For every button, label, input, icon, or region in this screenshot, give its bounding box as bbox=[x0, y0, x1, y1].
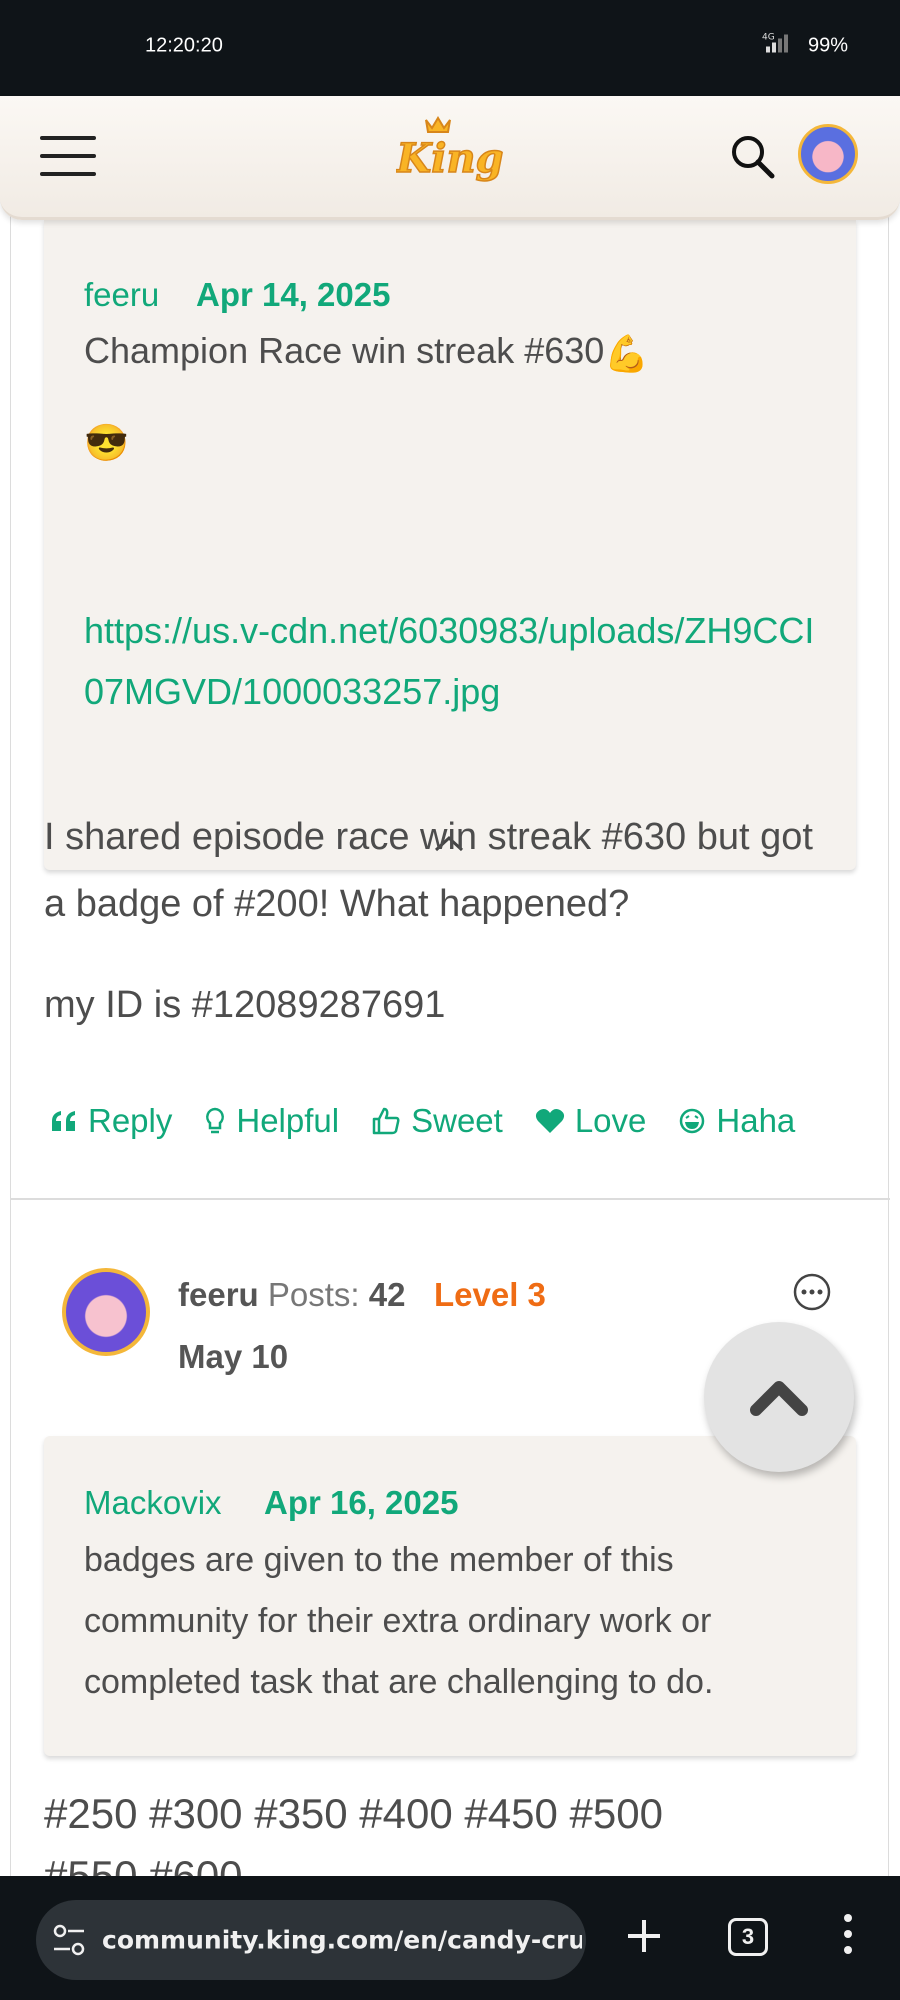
page-content[interactable]: feeru Apr 14, 2025 Champion Race win str… bbox=[0, 96, 900, 1876]
card-border-left-2 bbox=[10, 1200, 11, 1876]
avatar[interactable] bbox=[62, 1268, 150, 1356]
site-settings-icon[interactable] bbox=[52, 1922, 86, 1958]
svg-text:4G: 4G bbox=[762, 33, 775, 43]
url-bar[interactable]: community.king.com/en/candy-crush- bbox=[36, 1900, 586, 1980]
image-link[interactable]: https://us.v-cdn.net/6030983/uploads/ZH9… bbox=[84, 600, 824, 722]
quote-text: badges are given to the member of this c… bbox=[84, 1541, 714, 1701]
haha-label: Haha bbox=[716, 1102, 796, 1139]
quote-author-link[interactable]: feeru bbox=[84, 276, 159, 314]
love-button[interactable]: Love bbox=[535, 1102, 647, 1140]
quote-text: Champion Race win streak #630💪 bbox=[84, 320, 649, 384]
love-label: Love bbox=[574, 1102, 647, 1139]
helpful-label: Helpful bbox=[236, 1102, 340, 1139]
reply-button[interactable]: Reply bbox=[50, 1102, 172, 1140]
network-signal-icon: 4G bbox=[760, 31, 794, 58]
scroll-to-top-button[interactable] bbox=[704, 1322, 854, 1472]
hamburger-icon bbox=[40, 136, 96, 140]
quote-icon bbox=[52, 1111, 75, 1131]
helpful-button[interactable]: Helpful bbox=[204, 1102, 339, 1140]
laughing-face-icon bbox=[680, 1108, 705, 1134]
menu-button[interactable] bbox=[40, 136, 96, 176]
sweet-button[interactable]: Sweet bbox=[371, 1102, 503, 1140]
quote-date[interactable]: Apr 14, 2025 bbox=[196, 276, 390, 314]
search-icon bbox=[732, 136, 775, 179]
quote-text-body: Champion Race win streak #630 bbox=[84, 330, 605, 371]
user-avatar[interactable] bbox=[798, 124, 858, 184]
haha-button[interactable]: Haha bbox=[678, 1102, 795, 1140]
url-text: community.king.com/en/candy-crush- bbox=[102, 1925, 582, 1955]
status-bar: 12:20:20 4G 99% bbox=[0, 0, 900, 96]
post-date[interactable]: May 10 bbox=[178, 1338, 288, 1376]
post-meta: feeru Posts: 42 bbox=[178, 1276, 405, 1314]
browser-toolbar: community.king.com/en/candy-crush- 3 bbox=[0, 1876, 900, 2000]
reply-label: Reply bbox=[88, 1102, 173, 1139]
king-logo[interactable]: King bbox=[395, 114, 504, 194]
comment-paragraph-id: my ID is #12089287691 bbox=[44, 984, 446, 1026]
chevron-up-icon bbox=[750, 1381, 808, 1416]
more-vertical-icon bbox=[844, 1914, 852, 1922]
username-link[interactable]: feeru bbox=[178, 1276, 259, 1313]
comment-paragraph: I shared episode race win streak #630 bu… bbox=[44, 816, 813, 925]
quote-author-link[interactable]: Mackovix bbox=[84, 1484, 222, 1522]
post-options-button[interactable] bbox=[792, 1272, 832, 1312]
battery-level: 99% bbox=[808, 34, 849, 57]
hashtag-line: #250 #300 #350 #400 #450 #500 bbox=[44, 1790, 663, 1837]
quote-date[interactable]: Apr 16, 2025 bbox=[264, 1484, 458, 1522]
rank-badge[interactable]: Level 3 bbox=[434, 1276, 546, 1314]
thumbs-up-icon bbox=[372, 1107, 400, 1135]
quoted-post: Mackovix Apr 16, 2025 badges are given t… bbox=[44, 1436, 856, 1756]
tab-switcher-button[interactable]: 3 bbox=[728, 1918, 768, 1956]
menu-dot bbox=[844, 1930, 852, 1938]
site-header: King bbox=[0, 96, 900, 220]
card-border-right bbox=[888, 96, 889, 1200]
more-options-icon bbox=[793, 1273, 831, 1311]
flexed-biceps-emoji: 💪 bbox=[604, 332, 650, 374]
quoted-post: feeru Apr 14, 2025 Champion Race win str… bbox=[44, 220, 856, 870]
hamburger-line bbox=[40, 154, 96, 158]
card-border-right-2 bbox=[888, 1200, 889, 1876]
sweet-label: Sweet bbox=[411, 1102, 503, 1139]
sunglasses-emoji: 😎 bbox=[84, 422, 129, 463]
hashtag-line-2: #550 #600 bbox=[44, 1852, 243, 1876]
card-border-left bbox=[10, 96, 11, 1200]
svg-text:King: King bbox=[396, 135, 504, 182]
menu-dot bbox=[844, 1946, 852, 1954]
heart-icon bbox=[535, 1109, 564, 1133]
reaction-bar: Reply Helpful Sweet Love Haha bbox=[50, 1096, 827, 1146]
post-divider bbox=[10, 1198, 890, 1200]
plus-icon bbox=[628, 1920, 660, 1952]
browser-menu-button[interactable] bbox=[840, 1914, 856, 1962]
status-time: 12:20:20 bbox=[145, 34, 223, 57]
lightbulb-icon bbox=[206, 1107, 225, 1134]
new-tab-button[interactable] bbox=[622, 1914, 666, 1958]
posts-count: 42 bbox=[368, 1276, 406, 1313]
search-button[interactable] bbox=[728, 132, 776, 180]
hamburger-line bbox=[40, 172, 96, 176]
posts-label: Posts: bbox=[267, 1276, 360, 1313]
